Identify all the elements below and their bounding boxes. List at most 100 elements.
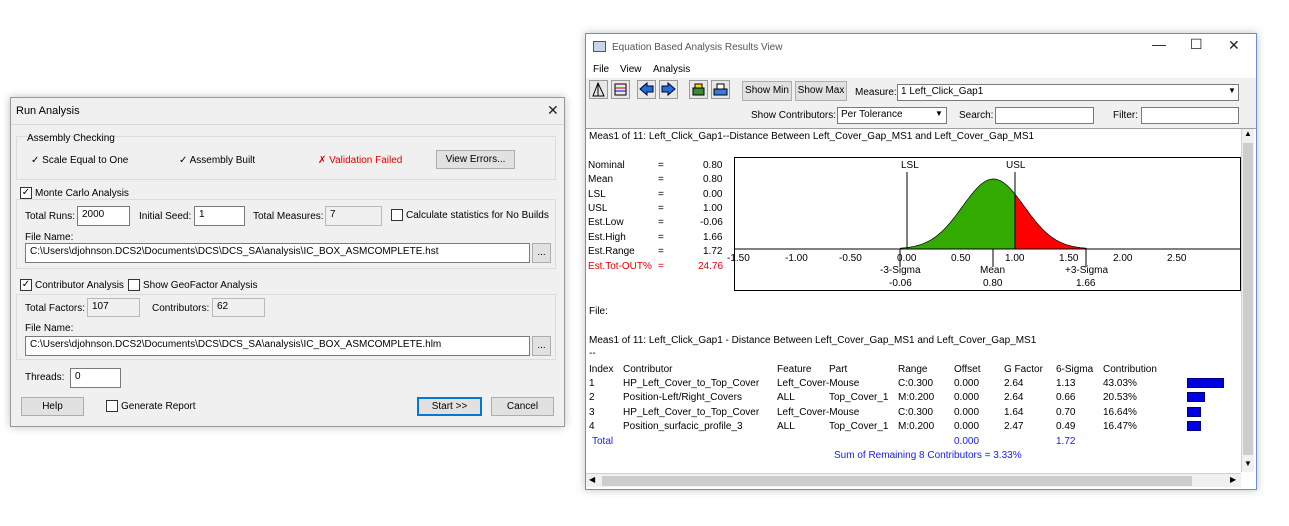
print-icon[interactable]	[689, 80, 708, 99]
initial-seed-input[interactable]: 1	[194, 206, 245, 226]
start-button[interactable]: Start >>	[417, 397, 482, 416]
initial-seed-label: Initial Seed:	[139, 211, 192, 222]
total-label: Total	[592, 436, 614, 447]
stat-name: Nominal	[588, 160, 625, 171]
cancel-button[interactable]: Cancel	[491, 397, 554, 416]
cell-gfactor: 2.64	[1004, 378, 1024, 389]
back-arrow-icon[interactable]	[637, 80, 656, 99]
title-separator	[11, 124, 564, 125]
view-errors-button[interactable]: View Errors...	[436, 150, 515, 169]
cell-gfactor: 1.64	[1004, 407, 1024, 418]
contribution-bar	[1187, 421, 1201, 431]
threads-input[interactable]: 0	[70, 368, 121, 388]
filter-input[interactable]	[1141, 107, 1239, 124]
geofactor-checkbox[interactable]	[128, 279, 140, 291]
col-contributor: Contributor	[623, 364, 673, 375]
stat-value: 1.72	[703, 246, 723, 257]
total-runs-input[interactable]: 2000	[77, 206, 130, 226]
tick-label: 2.50	[1167, 253, 1187, 264]
export-icon[interactable]	[711, 80, 730, 99]
built-check-status: ✓ Assembly Built	[179, 155, 256, 166]
menu-view[interactable]: View	[620, 64, 642, 75]
ca-file-name-label: File Name:	[25, 323, 74, 334]
tolerance-icon[interactable]	[589, 80, 608, 99]
stat-name: Mean	[588, 174, 614, 185]
contribution-bar	[1187, 378, 1224, 388]
plus3-sigma-value: 1.66	[1076, 278, 1096, 289]
cell-feature: Left_Cover-Mouse	[777, 378, 860, 389]
menu-file[interactable]: File	[593, 64, 609, 75]
cell-feature: ALL	[777, 392, 795, 403]
scroll-thumb[interactable]	[1243, 143, 1253, 455]
minimize-icon[interactable]: —	[1152, 36, 1166, 52]
cell-contribution: 16.64%	[1103, 407, 1137, 418]
cell-gfactor: 2.64	[1004, 392, 1024, 403]
monte-carlo-checkbox[interactable]: ✓	[20, 187, 32, 199]
file-label: File:	[589, 306, 608, 317]
stat-eq: =	[658, 174, 664, 185]
col-part: Part	[829, 364, 848, 375]
stat-eq: =	[658, 160, 664, 171]
search-input[interactable]	[995, 107, 1094, 124]
help-button[interactable]: Help	[21, 397, 84, 416]
close-icon[interactable]: ✕	[1228, 37, 1240, 54]
mean-label: Mean	[980, 265, 1006, 276]
measure-select[interactable]: 1 Left_Click_Gap1	[897, 84, 1239, 101]
generate-report-label: Generate Report	[121, 401, 196, 412]
vertical-scrollbar[interactable]: ▲ ▼	[1241, 129, 1254, 472]
results-window: Equation Based Analysis Results View — ☐…	[585, 33, 1257, 490]
show-contributors-select[interactable]: Per Tolerance	[837, 107, 947, 124]
maximize-icon[interactable]: ☐	[1190, 36, 1203, 53]
cell-sigma: 0.66	[1056, 392, 1076, 403]
calc-no-builds-checkbox[interactable]	[391, 209, 403, 221]
contributors-label: Contributors:	[152, 303, 210, 314]
stat-value: 0.00	[703, 189, 723, 200]
total-factors-label: Total Factors:	[25, 303, 86, 314]
dashes: --	[589, 348, 596, 359]
cell-part: Top_Cover_1	[829, 421, 889, 432]
tick-label: 0.50	[951, 253, 971, 264]
geofactor-label: Show GeoFactor Analysis	[143, 280, 258, 291]
mc-browse-button[interactable]: ...	[532, 243, 551, 263]
col-gfactor: G Factor	[1004, 364, 1043, 375]
list-icon[interactable]	[611, 80, 630, 99]
forward-arrow-icon[interactable]	[659, 80, 678, 99]
cell-contribution: 20.53%	[1103, 392, 1137, 403]
measure-chevron-down-icon[interactable]: ▼	[1228, 86, 1236, 95]
horizontal-scrollbar[interactable]: ◀ ▶	[586, 473, 1241, 487]
stat-eq: =	[658, 232, 664, 243]
ca-browse-button[interactable]: ...	[532, 336, 551, 356]
mc-file-name-input[interactable]: C:\Users\djohnson.DCS2\Documents\DCS\DCS…	[25, 243, 530, 263]
mc-file-name-label: File Name:	[25, 232, 74, 243]
measure-header: Meas1 of 11: Left_Click_Gap1--Distance B…	[589, 131, 1035, 142]
ca-file-name-input[interactable]: C:\Users\djohnson.DCS2\Documents\DCS\DCS…	[25, 336, 530, 356]
scroll-left-icon[interactable]: ◀	[589, 475, 595, 484]
remaining-contributors: Sum of Remaining 8 Contributors = 3.33%	[834, 450, 1022, 461]
show-max-button[interactable]: Show Max	[795, 81, 847, 101]
stat-name: LSL	[588, 189, 606, 200]
show-contributors-chevron-down-icon[interactable]: ▼	[935, 109, 943, 118]
close-icon[interactable]: ✕	[547, 102, 559, 119]
search-label: Search:	[959, 110, 994, 121]
scroll-up-icon[interactable]: ▲	[1244, 129, 1252, 138]
tick-label: -1.50	[727, 253, 750, 264]
total-measures-label: Total Measures:	[253, 211, 324, 222]
threads-label: Threads:	[25, 372, 65, 383]
stat-name: USL	[588, 203, 608, 214]
cell-feature: ALL	[777, 421, 795, 432]
menu-analysis[interactable]: Analysis	[653, 64, 690, 75]
col-index: Index	[589, 364, 614, 375]
scroll-hthumb[interactable]	[602, 476, 1192, 486]
stat-value-out: 24.76	[698, 261, 724, 272]
scroll-right-icon[interactable]: ▶	[1230, 475, 1236, 484]
cell-range: C:0.300	[898, 407, 934, 418]
cell-gfactor: 2.47	[1004, 421, 1024, 432]
cell-sigma: 0.70	[1056, 407, 1076, 418]
generate-report-checkbox[interactable]	[106, 400, 118, 412]
stat-value: 0.80	[703, 174, 723, 185]
contributor-checkbox[interactable]: ✓	[20, 279, 32, 291]
scroll-down-icon[interactable]: ▼	[1244, 459, 1252, 468]
show-min-button[interactable]: Show Min	[742, 81, 792, 101]
contributor-label: Contributor Analysis	[35, 280, 124, 291]
contribution-bar	[1187, 392, 1205, 402]
